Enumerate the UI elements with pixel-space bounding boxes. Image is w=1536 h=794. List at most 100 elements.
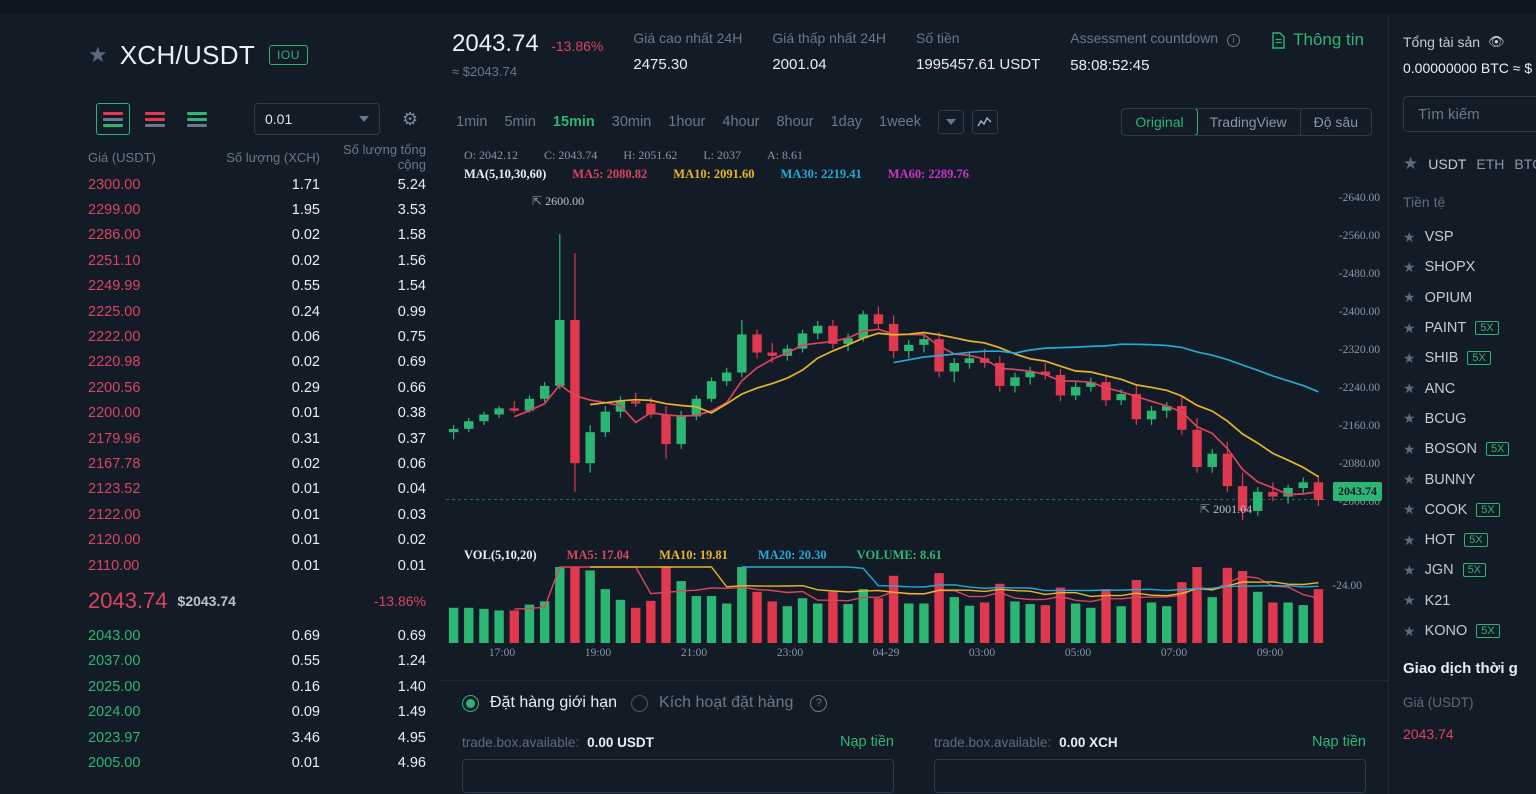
time-tick: 03:00 bbox=[969, 647, 995, 659]
table-row[interactable]: 2286.00 0.02 1.58 bbox=[80, 223, 440, 248]
table-row[interactable]: 2122.00 0.01 0.03 bbox=[80, 502, 440, 527]
chart-mode-độ-sâu[interactable]: Độ sâu bbox=[1301, 109, 1371, 135]
list-item[interactable]: ★KONO5X bbox=[1403, 616, 1536, 646]
list-item[interactable]: ★VSP bbox=[1403, 222, 1536, 252]
gear-icon[interactable]: ⚙ bbox=[402, 109, 418, 130]
favorite-star-icon[interactable]: ★ bbox=[88, 42, 108, 68]
tab-usdt[interactable]: USDT bbox=[1428, 156, 1466, 172]
row-price: 2023.97 bbox=[88, 730, 208, 746]
row-price: 2025.00 bbox=[88, 679, 208, 695]
radio-limit-order[interactable]: Đặt hàng giới hạn bbox=[462, 694, 617, 712]
table-row[interactable]: 2251.10 0.02 1.56 bbox=[80, 248, 440, 273]
list-item[interactable]: ★OPIUM bbox=[1403, 283, 1536, 313]
table-row[interactable]: 2110.00 0.01 0.01 bbox=[80, 553, 440, 578]
timeframe-1min[interactable]: 1min bbox=[456, 114, 487, 130]
time-tick: 23:00 bbox=[777, 647, 803, 659]
timeframe-30min[interactable]: 30min bbox=[612, 114, 652, 130]
sell-available-value: 0.00 XCH bbox=[1059, 735, 1118, 750]
table-row[interactable]: 2225.00 0.24 0.99 bbox=[80, 299, 440, 324]
list-item[interactable]: ★ANC bbox=[1403, 373, 1536, 403]
buy-deposit-link[interactable]: Nạp tiền bbox=[840, 734, 894, 750]
list-item[interactable]: ★HOT5X bbox=[1403, 525, 1536, 555]
candlestick-plot[interactable]: -2640.00-2560.00-2480.00-2400.00-2320.00… bbox=[440, 182, 1388, 542]
sell-deposit-link[interactable]: Nạp tiền bbox=[1312, 734, 1366, 750]
table-row[interactable]: 2220.98 0.02 0.69 bbox=[80, 350, 440, 375]
list-item[interactable]: ★JGN5X bbox=[1403, 555, 1536, 585]
star-icon[interactable]: ★ bbox=[1403, 410, 1416, 427]
info-button[interactable]: Thông tin bbox=[1271, 30, 1364, 50]
timeframe-1week[interactable]: 1week bbox=[879, 114, 921, 130]
table-row[interactable]: 2299.00 1.95 3.53 bbox=[80, 197, 440, 222]
view-asks-button[interactable] bbox=[138, 103, 172, 135]
timeframe-15min[interactable]: 15min bbox=[553, 114, 595, 130]
table-row[interactable]: 2179.96 0.31 0.37 bbox=[80, 426, 440, 451]
eye-icon[interactable]: 👁 bbox=[1488, 34, 1505, 50]
row-total: 4.96 bbox=[320, 755, 426, 771]
star-icon[interactable]: ★ bbox=[1403, 380, 1416, 397]
star-icon[interactable]: ★ bbox=[1403, 441, 1416, 458]
star-icon[interactable]: ★ bbox=[1403, 259, 1416, 276]
star-icon[interactable]: ★ bbox=[1403, 289, 1416, 306]
precision-select[interactable]: 0.01 bbox=[254, 103, 380, 135]
list-item[interactable]: ★COOK5X bbox=[1403, 495, 1536, 525]
table-row[interactable]: 2167.78 0.02 0.06 bbox=[80, 451, 440, 476]
radio-trigger-order[interactable]: Kích hoạt đặt hàng bbox=[631, 694, 793, 712]
table-row[interactable]: 2025.00 0.16 1.40 bbox=[80, 674, 440, 699]
timeframe-4hour[interactable]: 4hour bbox=[722, 114, 759, 130]
iou-badge: IOU bbox=[269, 45, 308, 65]
tab-btc[interactable]: BTC bbox=[1514, 156, 1536, 172]
buy-price-input[interactable] bbox=[462, 759, 894, 793]
table-row[interactable]: 2300.00 1.71 5.24 bbox=[80, 172, 440, 197]
star-icon[interactable]: ★ bbox=[1403, 592, 1416, 609]
line-chart-icon bbox=[977, 116, 992, 128]
row-total: 0.03 bbox=[320, 507, 426, 523]
table-row[interactable]: 2037.00 0.55 1.24 bbox=[80, 649, 440, 674]
list-item[interactable]: ★SHOPX bbox=[1403, 252, 1536, 282]
table-row[interactable]: 2120.00 0.01 0.02 bbox=[80, 527, 440, 552]
table-row[interactable]: 2249.99 0.55 1.54 bbox=[80, 274, 440, 299]
star-icon[interactable]: ★ bbox=[1403, 471, 1416, 488]
table-row[interactable]: 2200.56 0.29 0.66 bbox=[80, 375, 440, 400]
info-icon[interactable]: i bbox=[1227, 34, 1240, 47]
timeframe-8hour[interactable]: 8hour bbox=[776, 114, 813, 130]
chart-type-button[interactable] bbox=[972, 110, 998, 134]
timeframe-5min[interactable]: 5min bbox=[504, 114, 535, 130]
timeframe-1hour[interactable]: 1hour bbox=[668, 114, 705, 130]
row-amount: 0.01 bbox=[208, 532, 320, 548]
table-row[interactable]: 2222.00 0.06 0.75 bbox=[80, 324, 440, 349]
table-row[interactable]: 2123.52 0.01 0.04 bbox=[80, 477, 440, 502]
list-item[interactable]: ★PAINT5X bbox=[1403, 313, 1536, 343]
table-row[interactable]: 2005.00 0.01 4.96 bbox=[80, 750, 440, 775]
view-both-button[interactable] bbox=[96, 103, 130, 135]
right-sidebar: Tổng tài sản 👁 0.00000000 BTC ≈ $ Tìm ki… bbox=[1388, 14, 1536, 794]
timeframe-more-button[interactable] bbox=[938, 110, 964, 134]
search-input[interactable]: Tìm kiếm bbox=[1403, 96, 1536, 132]
star-icon[interactable]: ★ bbox=[1403, 532, 1416, 549]
star-icon[interactable]: ★ bbox=[1403, 320, 1416, 337]
table-row[interactable]: 2024.00 0.09 1.49 bbox=[80, 699, 440, 724]
star-icon[interactable]: ★ bbox=[1403, 623, 1416, 640]
list-item[interactable]: ★K21 bbox=[1403, 586, 1536, 616]
price-tick: -2160.00 bbox=[1339, 420, 1380, 432]
chart-mode-tradingview[interactable]: TradingView bbox=[1197, 109, 1301, 135]
favorites-star-icon[interactable]: ★ bbox=[1403, 154, 1418, 174]
table-row[interactable]: 2023.97 3.46 4.95 bbox=[80, 725, 440, 750]
timeframe-1day[interactable]: 1day bbox=[831, 114, 862, 130]
help-icon[interactable]: ? bbox=[810, 695, 827, 712]
list-item[interactable]: ★BOSON5X bbox=[1403, 434, 1536, 464]
star-icon[interactable]: ★ bbox=[1403, 229, 1416, 246]
row-amount: 1.71 bbox=[208, 177, 320, 193]
view-bids-button[interactable] bbox=[180, 103, 214, 135]
star-icon[interactable]: ★ bbox=[1403, 350, 1416, 367]
table-row[interactable]: 2043.00 0.69 0.69 bbox=[80, 623, 440, 648]
star-icon[interactable]: ★ bbox=[1403, 562, 1416, 579]
chart-mode-original[interactable]: Original bbox=[1121, 108, 1197, 136]
list-item[interactable]: ★SHIB5X bbox=[1403, 343, 1536, 373]
table-row[interactable]: 2200.00 0.01 0.38 bbox=[80, 401, 440, 426]
list-item[interactable]: ★BCUG bbox=[1403, 404, 1536, 434]
list-item[interactable]: ★BUNNY bbox=[1403, 464, 1536, 494]
sell-price-input[interactable] bbox=[934, 759, 1366, 793]
tab-eth[interactable]: ETH bbox=[1476, 156, 1504, 172]
volume-svg bbox=[440, 563, 1388, 643]
star-icon[interactable]: ★ bbox=[1403, 501, 1416, 518]
